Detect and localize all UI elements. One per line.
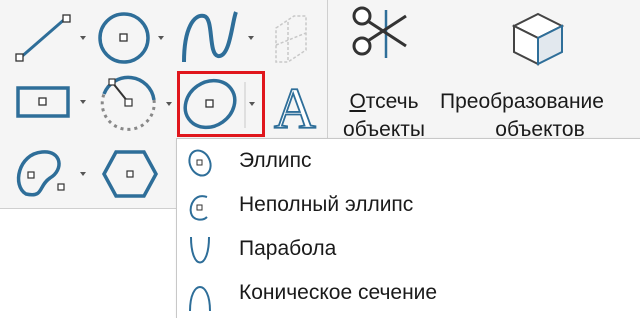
circle-icon [98, 12, 164, 64]
transform-objects-label[interactable]: Преобразование объектов [440, 88, 640, 144]
freeform-curve-icon [16, 150, 86, 197]
ellipse-dropdown-menu: Эллипс Неполный эллипс Парабола Коническ… [176, 138, 640, 318]
menu-item-conic-section[interactable]: Коническое сечение [177, 273, 640, 317]
spline-tool-button[interactable] [178, 8, 264, 66]
transform-objects-line1: Преобразование [440, 90, 604, 113]
text-icon: A [273, 76, 317, 136]
rectangle-icon [16, 86, 86, 118]
grid-icon [275, 15, 307, 63]
spline-icon [182, 11, 254, 63]
line-tool-button[interactable] [12, 12, 92, 64]
transform-objects-button[interactable] [510, 10, 566, 68]
cut-objects-label[interactable]: Отсечь объекты [334, 88, 434, 144]
chevron-down-icon [80, 36, 86, 40]
conic-section-icon [185, 279, 215, 316]
chevron-down-icon [166, 102, 172, 106]
arc-tool-button[interactable] [96, 74, 178, 134]
cube-icon [511, 12, 565, 66]
freeform-tool-button[interactable] [12, 146, 92, 202]
svg-text:A: A [274, 76, 316, 136]
menu-item-label: Коническое сечение [239, 281, 438, 304]
polygon-tool-button[interactable] [100, 146, 160, 202]
ellipse-tool-highlight [177, 71, 265, 137]
cut-objects-button[interactable] [352, 6, 412, 62]
parabola-icon [185, 235, 215, 272]
chevron-down-icon [80, 172, 86, 176]
grid-tool-button[interactable] [272, 10, 312, 68]
arc-icon [100, 75, 172, 131]
chevron-down-icon [158, 36, 164, 40]
menu-item-ellipse[interactable]: Эллипс [177, 141, 640, 185]
circle-tool-button[interactable] [94, 10, 176, 66]
menu-item-label: Парабола [239, 237, 337, 260]
chevron-down-icon [80, 100, 86, 104]
partial-ellipse-icon [185, 191, 215, 228]
menu-item-label: Неполный эллипс [239, 193, 414, 216]
hexagon-icon [102, 150, 158, 198]
ellipse-icon [185, 147, 215, 184]
line-icon [15, 14, 86, 62]
menu-item-partial-ellipse[interactable]: Неполный эллипс [177, 185, 640, 229]
scissors-icon [352, 6, 407, 58]
chevron-down-icon [248, 36, 254, 40]
menu-item-label: Эллипс [239, 149, 312, 172]
rectangle-tool-button[interactable] [12, 80, 92, 124]
cut-objects-hotkey: О [349, 90, 366, 113]
menu-item-parabola[interactable]: Парабола [177, 229, 640, 273]
text-tool-button[interactable]: A [270, 76, 320, 136]
cut-objects-line1: тсечь [365, 90, 419, 113]
